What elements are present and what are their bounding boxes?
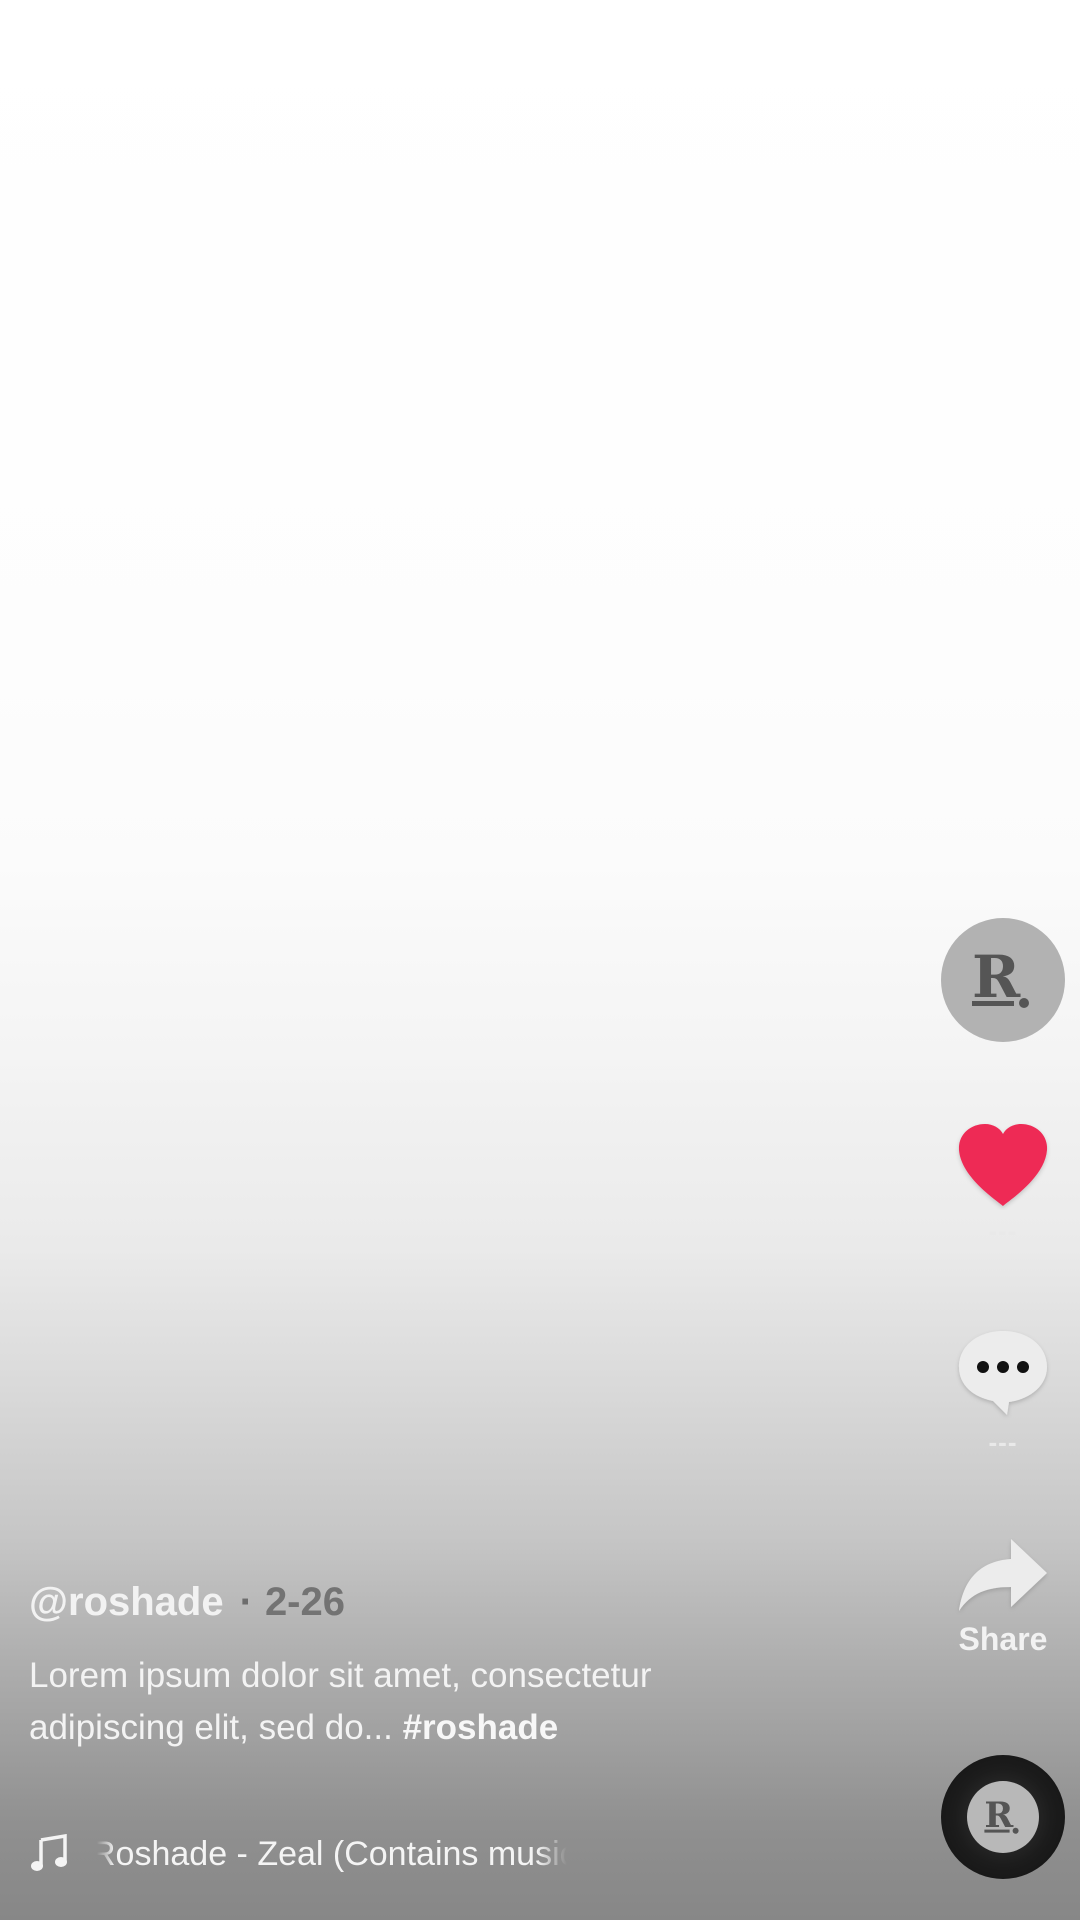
caption-hashtag[interactable]: #roshade [403, 1708, 559, 1747]
like-count: --- [988, 1216, 1018, 1246]
comment-icon-wrap [955, 1325, 1051, 1421]
share-icon-wrap [955, 1535, 1051, 1615]
comment-count: --- [988, 1427, 1018, 1457]
music-title: Roshade - Zeal (Contains music [97, 1834, 567, 1873]
comment-button[interactable]: --- [941, 1325, 1065, 1457]
author-username[interactable]: @roshade [29, 1576, 224, 1628]
post-caption[interactable]: Lorem ipsum dolor sit amet, consectetur … [29, 1650, 809, 1754]
roshade-logo-icon: R [972, 945, 1029, 1011]
heart-icon [958, 1124, 1048, 1206]
roshade-logo-icon: R [984, 1796, 1019, 1836]
music-title-clip: Roshade - Zeal (Contains music [97, 1835, 567, 1874]
author-avatar[interactable]: R [941, 918, 1065, 1042]
like-icon-wrap [955, 1120, 1051, 1210]
share-label: Share [958, 1621, 1048, 1657]
post-date: 2-26 [264, 1580, 345, 1624]
author-meta: @roshade · 2-26 [29, 1576, 345, 1628]
comment-bubble-icon [959, 1331, 1047, 1415]
music-disc-center: R [967, 1781, 1039, 1853]
music-disc[interactable]: R [941, 1755, 1065, 1879]
music-info[interactable]: Roshade - Zeal (Contains music [29, 1830, 567, 1878]
share-button[interactable]: Share [941, 1535, 1065, 1659]
music-note-icon [31, 1834, 67, 1871]
like-button[interactable]: --- [941, 1120, 1065, 1246]
share-arrow-icon [959, 1539, 1047, 1611]
meta-separator: · [239, 1580, 253, 1624]
